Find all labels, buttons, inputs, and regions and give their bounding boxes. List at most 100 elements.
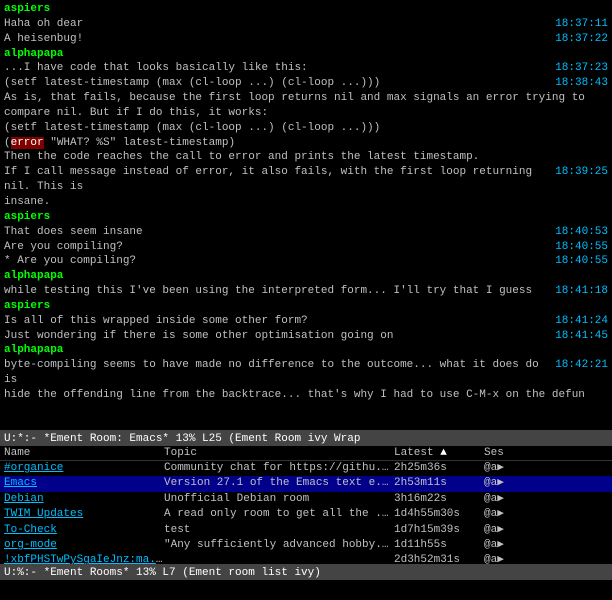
room-topic: Version 27.1 of the Emacs text e... bbox=[164, 476, 394, 491]
room-ses: @a▶ bbox=[484, 523, 524, 538]
chat-message-line: hide the offending line from the backtra… bbox=[4, 388, 608, 403]
chat-message-line: insane. bbox=[4, 195, 608, 210]
chat-message-line: 18:40:55 * Are you compiling? bbox=[4, 254, 608, 269]
chat-username-line: alphapapa bbox=[4, 343, 608, 358]
chat-username-line: aspiers bbox=[4, 210, 608, 225]
room-topic: Community chat for https://githu... bbox=[164, 461, 394, 476]
room-ses: @a▶ bbox=[484, 461, 524, 476]
timestamp: 18:40:55 bbox=[555, 254, 608, 269]
chat-text: Just wondering if there is some other op… bbox=[4, 330, 393, 342]
col-header-topic: Topic bbox=[160, 446, 390, 460]
room-row[interactable]: DebianUnofficial Debian room3h16m22s@a▶ bbox=[0, 492, 612, 507]
chat-message-line: (error "WHAT? %S" latest-timestamp) bbox=[4, 136, 608, 151]
room-topic: A read only room to get all the ... bbox=[164, 507, 394, 522]
room-latest: 2h53m11s bbox=[394, 476, 484, 491]
chat-message-line: 18:37:22 A heisenbug! bbox=[4, 32, 608, 47]
chat-text: Haha oh dear bbox=[4, 18, 83, 30]
col-header-name: Name bbox=[0, 446, 160, 460]
chat-username-line: alphapapa bbox=[4, 47, 608, 62]
timestamp: 18:39:25 bbox=[555, 165, 608, 180]
room-latest: 2d3h52m31s bbox=[394, 553, 484, 564]
room-topic: "Any sufficiently advanced hobby... bbox=[164, 538, 394, 553]
room-row[interactable]: !xbfPHSTwPySgaIeJnz:ma... 2d3h52m31s@a▶ bbox=[0, 553, 612, 564]
chat-message-line: Then the code reaches the call to error … bbox=[4, 150, 608, 165]
room-row[interactable]: To-Checktest1d7h15m39s@a▶ bbox=[0, 523, 612, 538]
rooms-list: #organiceCommunity chat for https://gith… bbox=[0, 461, 612, 564]
rooms-table-header: Name Topic Latest ▲ Ses bbox=[0, 446, 612, 461]
timestamp: 18:40:55 bbox=[555, 240, 608, 255]
chat-message-line: 18:40:53 That does seem insane bbox=[4, 225, 608, 240]
room-ses: @a▶ bbox=[484, 553, 524, 564]
room-topic: test bbox=[164, 523, 394, 538]
chat-message-line: 18:37:11 Haha oh dear bbox=[4, 17, 608, 32]
chat-text: insane. bbox=[4, 196, 50, 208]
chat-text: That does seem insane bbox=[4, 226, 143, 238]
room-name[interactable]: Emacs bbox=[4, 476, 164, 491]
room-latest: 2h25m36s bbox=[394, 461, 484, 476]
chat-text: while testing this I've been using the i… bbox=[4, 285, 532, 297]
room-name[interactable]: To-Check bbox=[4, 523, 164, 538]
room-ses: @a▶ bbox=[484, 476, 524, 491]
room-ses: @a▶ bbox=[484, 492, 524, 507]
timestamp: 18:41:45 bbox=[555, 329, 608, 344]
room-row[interactable]: EmacsVersion 27.1 of the Emacs text e...… bbox=[0, 476, 612, 491]
chat-text: byte-compiling seems to have made no dif… bbox=[4, 359, 539, 386]
chat-message-line: 18:41:24 Is all of this wrapped inside so… bbox=[4, 314, 608, 329]
timestamp: 18:41:18 bbox=[555, 284, 608, 299]
chat-text: (setf latest-timestamp (max (cl-loop ...… bbox=[4, 77, 380, 89]
room-topic: Unofficial Debian room bbox=[164, 492, 394, 507]
timestamp: 18:41:24 bbox=[555, 314, 608, 329]
room-latest: 1d7h15m39s bbox=[394, 523, 484, 538]
room-ses: @a▶ bbox=[484, 507, 524, 522]
chat-text: (setf latest-timestamp (max (cl-loop ...… bbox=[4, 122, 380, 134]
room-name[interactable]: TWIM Updates bbox=[4, 507, 164, 522]
room-ses: @a▶ bbox=[484, 538, 524, 553]
rooms-area: Name Topic Latest ▲ Ses #organiceCommuni… bbox=[0, 446, 612, 564]
room-latest: 1d4h55m30s bbox=[394, 507, 484, 522]
room-row[interactable]: TWIM UpdatesA read only room to get all … bbox=[0, 507, 612, 522]
chat-message-line: 18:38:43 (setf latest-timestamp (max (cl-… bbox=[4, 76, 608, 91]
chat-text: * Are you compiling? bbox=[4, 255, 136, 267]
chat-username-line: aspiers bbox=[4, 299, 608, 314]
chat-area: aspiers18:37:11Haha oh dear18:37:22A hei… bbox=[0, 0, 612, 430]
room-name[interactable]: Debian bbox=[4, 492, 164, 507]
room-row[interactable]: #organiceCommunity chat for https://gith… bbox=[0, 461, 612, 476]
chat-text: Is all of this wrapped inside some other… bbox=[4, 315, 308, 327]
chat-message-line: 18:41:18 while testing this I've been usi… bbox=[4, 284, 608, 299]
chat-message-line: compare nil. But if I do this, it works: bbox=[4, 106, 608, 121]
chat-message-line: 18:41:45 Just wondering if there is some … bbox=[4, 329, 608, 344]
chat-message-line: (setf latest-timestamp (max (cl-loop ...… bbox=[4, 121, 608, 136]
chat-message-line: 18:42:21 byte-compiling seems to have mad… bbox=[4, 358, 608, 388]
chat-text: compare nil. But if I do this, it works: bbox=[4, 107, 268, 119]
room-latest: 3h16m22s bbox=[394, 492, 484, 507]
mode-line-bottom: U:%:- *Ement Rooms* 13% L7 (Ement room l… bbox=[0, 564, 612, 580]
chat-text: As is, that fails, because the first loo… bbox=[4, 92, 585, 104]
timestamp: 18:37:23 bbox=[555, 61, 608, 76]
chat-text: Then the code reaches the call to error … bbox=[4, 151, 479, 163]
chat-message-line: As is, that fails, because the first loo… bbox=[4, 91, 608, 106]
room-name[interactable]: !xbfPHSTwPySgaIeJnz:ma... bbox=[4, 553, 164, 564]
chat-message-line: 18:40:55 Are you compiling? bbox=[4, 240, 608, 255]
col-header-latest: Latest ▲ bbox=[390, 446, 480, 460]
chat-username-line: alphapapa bbox=[4, 269, 608, 284]
chat-text: If I call message instead of error, it a… bbox=[4, 166, 532, 193]
chat-username-line: aspiers bbox=[4, 2, 608, 17]
room-name[interactable]: #organice bbox=[4, 461, 164, 476]
chat-text: A heisenbug! bbox=[4, 33, 83, 45]
mode-line-top-text: U:*:- *Ement Room: Emacs* 13% L25 (Ement… bbox=[4, 433, 360, 445]
chat-text: hide the offending line from the backtra… bbox=[4, 389, 585, 401]
timestamp: 18:42:21 bbox=[555, 358, 608, 373]
timestamp: 18:38:43 bbox=[555, 76, 608, 91]
col-header-ses: Ses bbox=[480, 446, 520, 460]
room-name[interactable]: org-mode bbox=[4, 538, 164, 553]
room-latest: 1d11h55s bbox=[394, 538, 484, 553]
timestamp: 18:37:22 bbox=[555, 32, 608, 47]
chat-message-line: 18:39:25 If I call message instead of err… bbox=[4, 165, 608, 195]
chat-text: Are you compiling? bbox=[4, 241, 123, 253]
chat-message-line: 18:37:23...I have code that looks basica… bbox=[4, 61, 608, 76]
timestamp: 18:40:53 bbox=[555, 225, 608, 240]
room-row[interactable]: org-mode"Any sufficiently advanced hobby… bbox=[0, 538, 612, 553]
mode-line-top: U:*:- *Ement Room: Emacs* 13% L25 (Ement… bbox=[0, 430, 612, 446]
timestamp: 18:37:11 bbox=[555, 17, 608, 32]
mode-line-bottom-text: U:%:- *Ement Rooms* 13% L7 (Ement room l… bbox=[4, 567, 321, 579]
